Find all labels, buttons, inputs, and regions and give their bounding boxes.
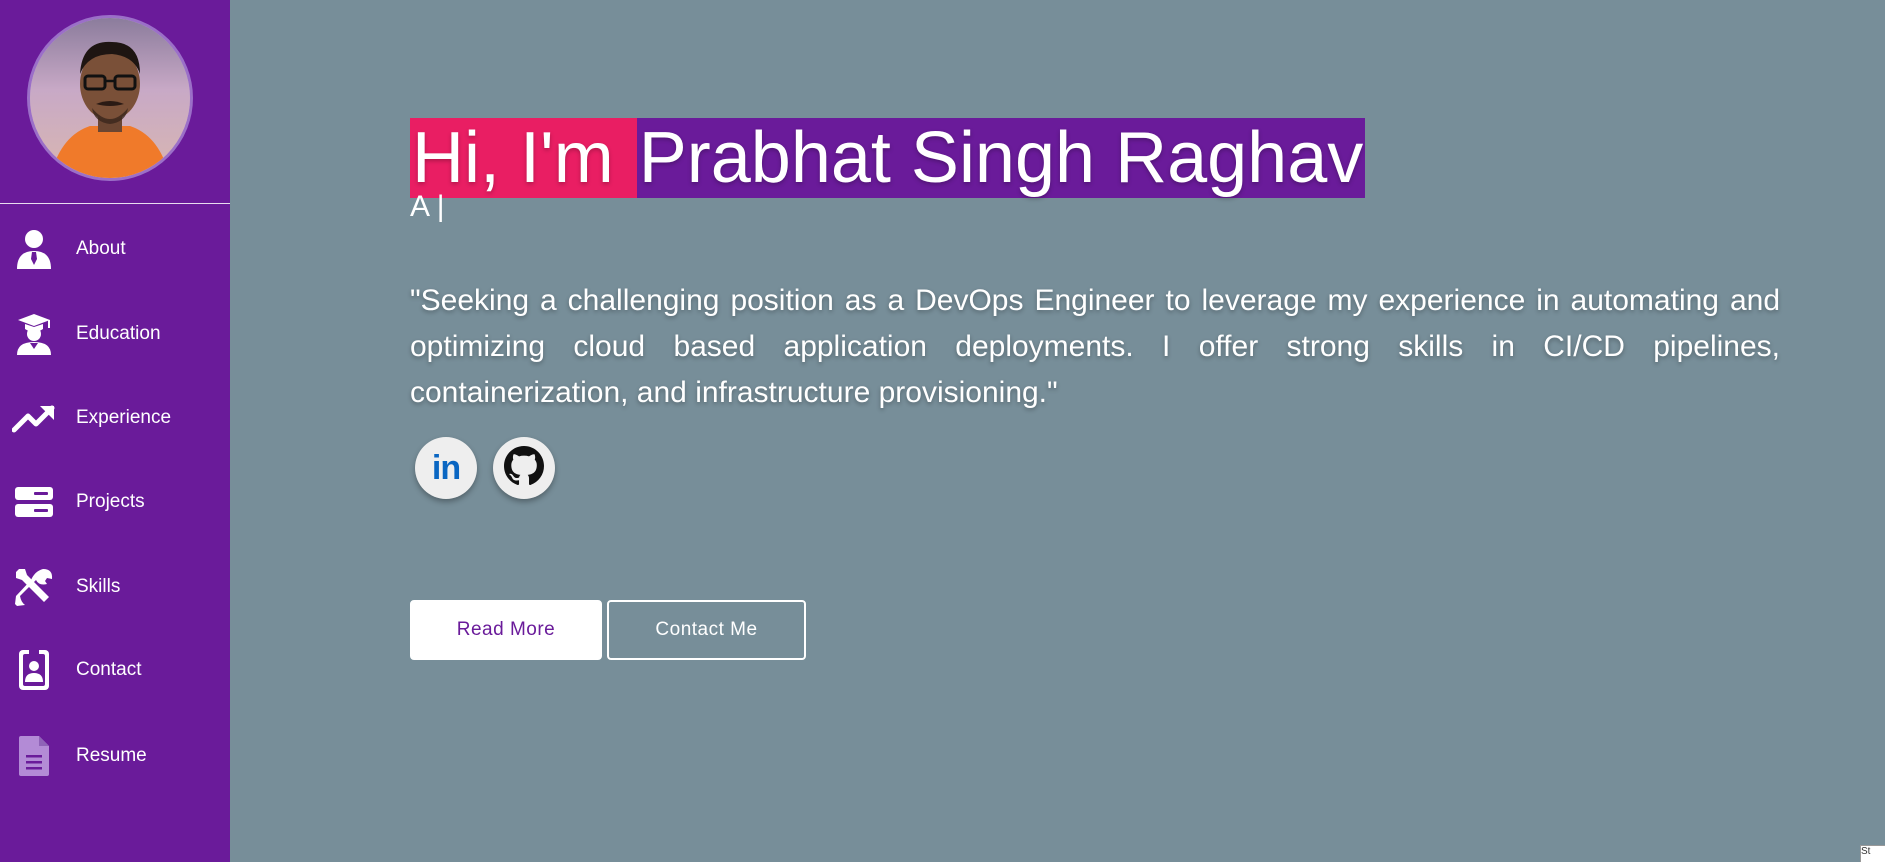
sidebar-item-label: Contact — [76, 659, 142, 680]
hero-headline: Hi, I'm Prabhat Singh Raghav — [410, 118, 1366, 199]
corner-widget[interactable]: St — [1860, 845, 1885, 862]
sidebar-item-label: Skills — [76, 576, 121, 597]
graduation-user-icon — [12, 312, 56, 356]
greeting-text: Hi, I'm — [410, 118, 637, 199]
sidebar-item-label: About — [76, 238, 126, 259]
github-link[interactable] — [493, 437, 555, 499]
avatar[interactable] — [27, 15, 193, 181]
sidebar-item-about[interactable]: About — [0, 219, 230, 279]
sidebar-item-label: Experience — [76, 407, 172, 428]
read-more-button[interactable]: Read More — [410, 600, 602, 660]
hero-section: Hi, I'm Prabhat Singh Raghav A | "Seekin… — [230, 0, 1885, 862]
profile-photo — [30, 18, 190, 178]
linkedin-link[interactable]: in — [415, 437, 477, 499]
trending-up-icon — [12, 396, 56, 440]
server-icon — [12, 480, 56, 524]
sidebar-item-label: Resume — [76, 745, 147, 766]
sidebar-item-resume[interactable]: Resume — [0, 726, 230, 786]
sidebar-item-contact[interactable]: Contact — [0, 640, 230, 700]
sidebar: About Education Experience Projects Skil… — [0, 0, 230, 862]
career-objective: "Seeking a challenging position as a Dev… — [410, 284, 1780, 409]
sidebar-item-label: Education — [76, 323, 161, 344]
avatar-section — [0, 0, 230, 204]
github-icon — [504, 445, 544, 491]
sidebar-item-label: Projects — [76, 491, 145, 512]
linkedin-icon: in — [431, 449, 461, 487]
name-text: Prabhat Singh Raghav — [636, 118, 1366, 199]
sidebar-item-projects[interactable]: Projects — [0, 472, 230, 532]
document-icon — [12, 734, 56, 778]
sidebar-item-experience[interactable]: Experience — [0, 388, 230, 448]
contact-me-button[interactable]: Contact Me — [607, 600, 806, 660]
user-tie-icon — [12, 227, 56, 271]
sidebar-item-education[interactable]: Education — [0, 304, 230, 364]
typed-role-text: A | — [410, 190, 445, 223]
id-badge-icon — [12, 648, 56, 692]
tools-icon — [12, 565, 56, 609]
sidebar-item-skills[interactable]: Skills — [0, 557, 230, 617]
